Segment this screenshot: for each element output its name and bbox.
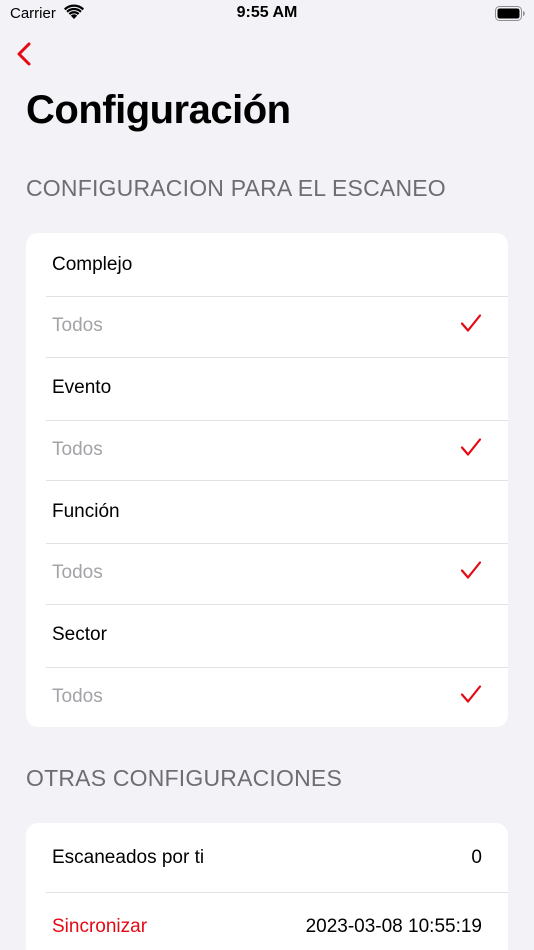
option-row-sector[interactable]: Todos [26, 666, 508, 728]
checkmark-icon [460, 561, 482, 586]
group-label: Función [52, 500, 120, 522]
option-label: Todos [52, 315, 103, 337]
scan-section-header: CONFIGURACION PARA EL ESCANEO [26, 175, 446, 201]
group-label: Sector [52, 624, 107, 645]
group-label-sector: Sector [26, 603, 508, 667]
group-label: Complejo [52, 253, 133, 275]
option-row-funcion[interactable]: Todos [26, 543, 508, 604]
status-time: 9:55 AM [236, 4, 298, 21]
group-label-evento: Evento [26, 356, 508, 420]
group-label: Evento [52, 377, 112, 398]
group-label-funcion: Función [26, 480, 508, 543]
option-label: Todos [52, 562, 103, 584]
sync-button[interactable]: Sincronizar [52, 916, 147, 938]
option-row-evento[interactable]: Todos [26, 419, 508, 481]
battery-icon [495, 6, 525, 27]
checkmark-icon [460, 684, 482, 709]
sync-row[interactable]: Sincronizar 2023-03-08 10:55:19 [26, 892, 508, 950]
scanned-count-row: Escaneados por ti 0 [26, 823, 508, 892]
last-sync-timestamp: 2023-03-08 10:55:19 [305, 915, 482, 937]
option-row-complejo[interactable]: Todos [26, 296, 508, 357]
scanned-count-value: 0 [471, 846, 482, 868]
page-title: Configuración [26, 88, 291, 132]
group-label-complejo: Complejo [26, 233, 508, 296]
other-section-header: OTRAS CONFIGURACIONES [26, 765, 343, 791]
other-settings-card: Escaneados por ti 0 Sincronizar 2023-03-… [26, 823, 508, 950]
option-label: Todos [52, 438, 103, 460]
chevron-left-icon [14, 42, 38, 74]
scan-settings-card: Complejo Todos Evento Todos Función Todo… [26, 233, 508, 727]
back-button[interactable] [14, 40, 38, 70]
checkmark-icon [460, 437, 482, 462]
status-bar: Carrier 9:55 AM [0, 0, 534, 30]
scanned-label: Escaneados por ti [52, 846, 205, 868]
option-label: Todos [52, 685, 103, 707]
checkmark-icon [460, 314, 482, 339]
